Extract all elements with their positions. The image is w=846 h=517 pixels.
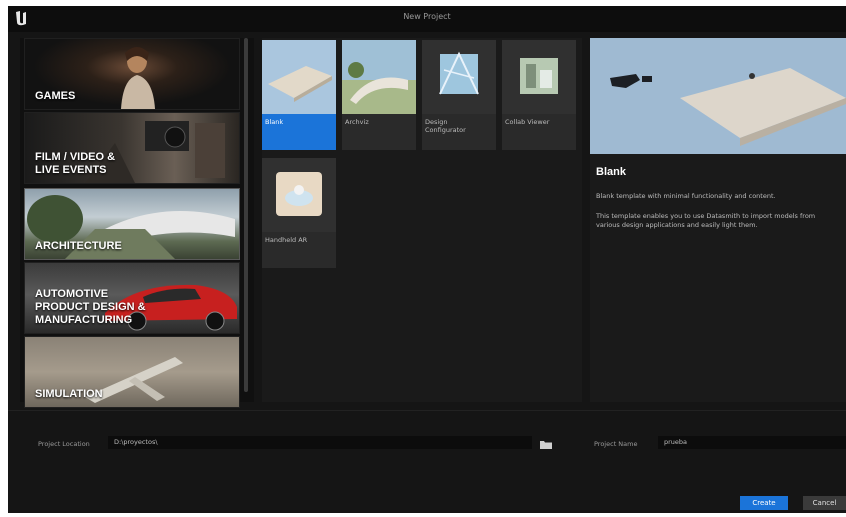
template-archviz-label: Archviz [345,118,369,126]
template-blank-label: Blank [265,118,284,126]
project-name-input[interactable]: prueba [658,436,846,449]
template-handheld-ar-label: Handheld AR [265,236,308,244]
template-archviz-thumbnail [342,40,416,114]
window-title: New Project [403,12,451,21]
template-collab-viewer-label: Collab Viewer [505,118,550,126]
category-games[interactable]: GAMES [24,38,240,110]
project-name-label: Project Name [594,440,638,448]
category-film-label: FILM / VIDEO & LIVE EVENTS [35,151,116,176]
category-architecture-label: ARCHITECTURE [35,240,122,252]
template-collab-viewer-thumbnail [502,40,576,114]
folder-icon [540,441,552,449]
template-design-configurator[interactable]: Design Configurator [422,40,496,150]
template-grid: Blank Archviz Design Configurator Collab… [262,38,582,402]
create-button[interactable]: Create [740,496,788,510]
category-architecture[interactable]: ARCHITECTURE [24,188,240,260]
project-location-label: Project Location [38,440,90,448]
browse-folder-button[interactable] [538,436,554,449]
template-design-configurator-label: Design Configurator [425,118,466,134]
template-blank-thumbnail [262,40,336,114]
template-preview-image [590,38,846,154]
category-simulation-label: SIMULATION [35,388,103,400]
new-project-window: New Project GAMES FILM / VIDEO & LIVE EV… [8,6,846,513]
template-description-text: Blank template with minimal functionalit… [596,192,776,200]
category-automotive[interactable]: AUTOMOTIVE PRODUCT DESIGN & MANUFACTURIN… [24,262,240,334]
template-archviz[interactable]: Archviz [342,40,416,150]
template-handheld-ar[interactable]: Handheld AR [262,158,336,268]
cancel-button[interactable]: Cancel [803,496,846,510]
category-film-video-live-events[interactable]: FILM / VIDEO & LIVE EVENTS [24,112,240,184]
category-games-label: GAMES [35,90,76,102]
category-scrollbar[interactable] [244,38,248,392]
template-design-configurator-thumbnail [422,40,496,114]
template-description-detail: This template enables you to use Datasmi… [596,212,816,229]
title-bar: New Project [8,6,846,32]
category-automotive-label: AUTOMOTIVE PRODUCT DESIGN & MANUFACTURIN… [35,288,146,326]
project-location-input[interactable]: D:\proyectos\ [108,436,532,449]
template-description-panel: Blank Blank template with minimal functi… [590,154,846,402]
template-blank[interactable]: Blank [262,40,336,150]
divider [8,410,846,411]
template-description-title: Blank [596,166,626,178]
template-collab-viewer[interactable]: Collab Viewer [502,40,576,150]
category-list: GAMES FILM / VIDEO & LIVE EVENTS ARCHITE… [20,38,254,408]
template-handheld-ar-thumbnail [262,158,336,232]
category-simulation[interactable]: SIMULATION [24,336,240,408]
